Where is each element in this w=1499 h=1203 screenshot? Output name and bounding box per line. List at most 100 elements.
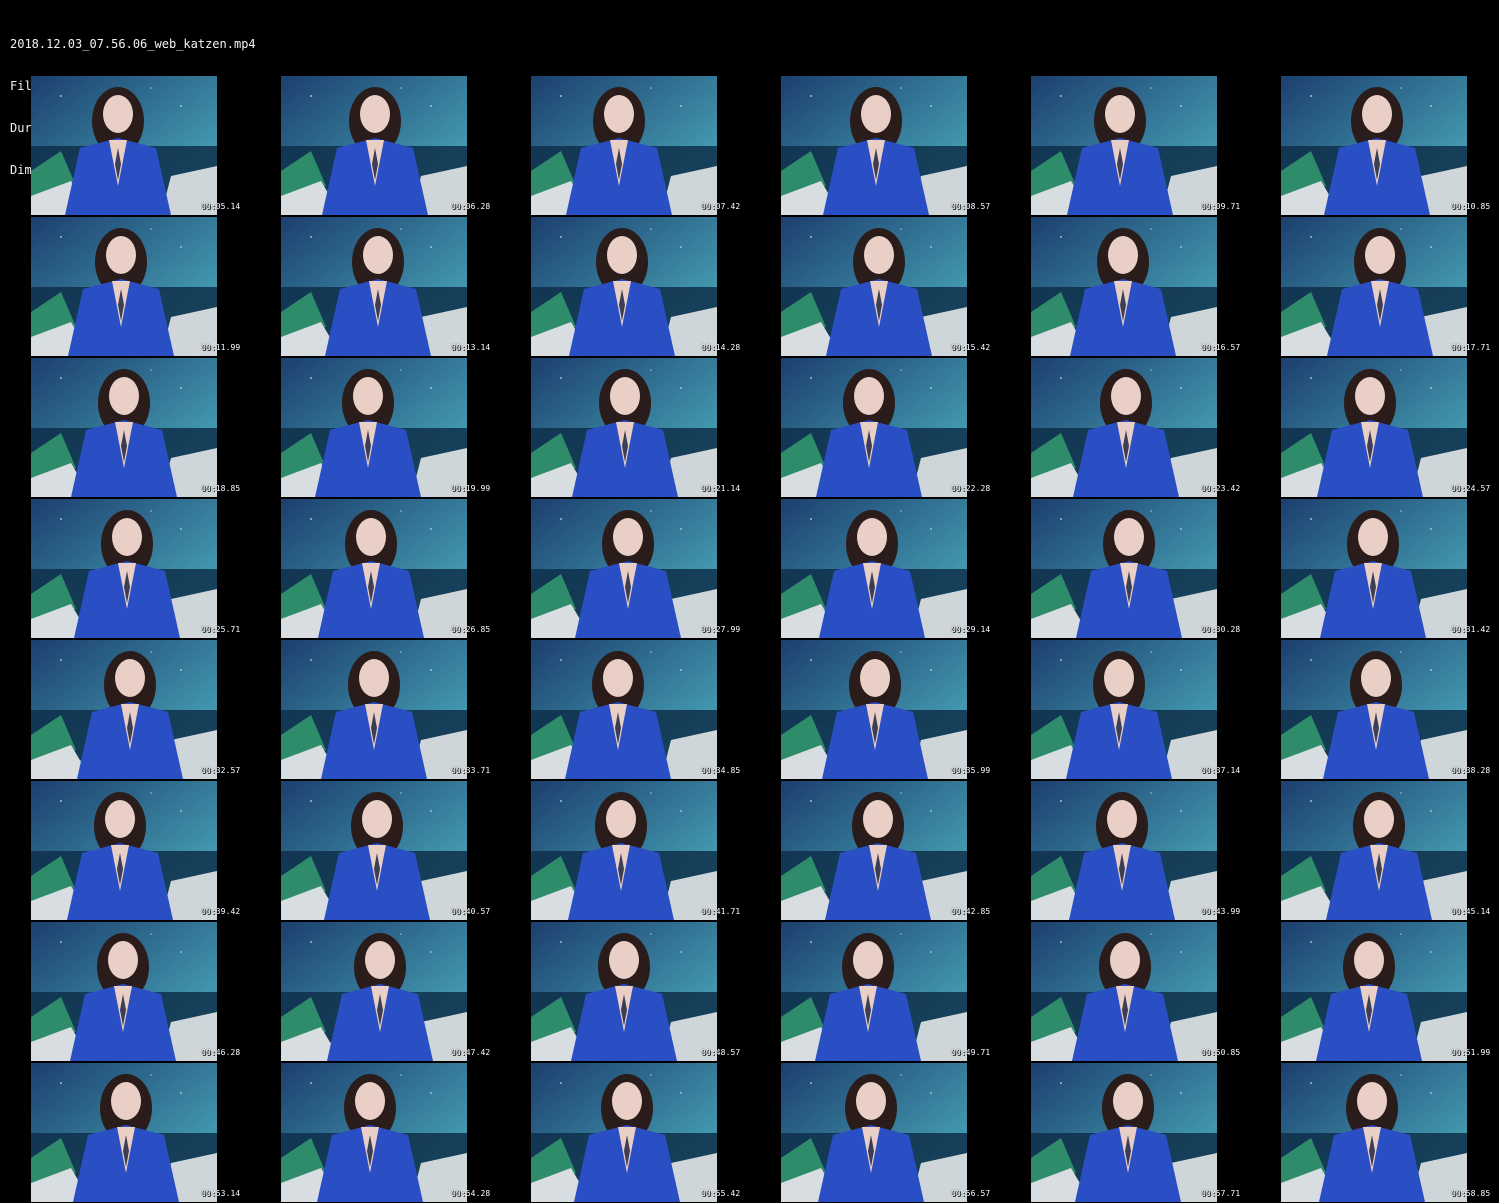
- timestamp-label: 00:05.14: [201, 202, 241, 211]
- thumbnail[interactable]: 00:23.42: [1031, 358, 1243, 499]
- thumbnail-image: [1031, 76, 1217, 215]
- thumbnail[interactable]: 00:31.42: [1281, 499, 1493, 640]
- thumbnail[interactable]: 00:24.57: [1281, 358, 1493, 499]
- thumbnail-image: [781, 781, 967, 920]
- timestamp-label: 00:39.42: [201, 907, 241, 916]
- timestamp-label: 00:25.71: [201, 625, 241, 634]
- thumbnail[interactable]: 00:16.57: [1031, 217, 1243, 358]
- thumbnail[interactable]: 00:32.57: [31, 640, 243, 781]
- thumbnail[interactable]: 00:18.85: [31, 358, 243, 499]
- thumbnail-image: [281, 76, 467, 215]
- thumbnail-image: [281, 781, 467, 920]
- thumbnail[interactable]: 00:19.99: [281, 358, 493, 499]
- thumbnail-image: [281, 640, 467, 779]
- thumbnail-image: [31, 922, 217, 1061]
- thumbnail[interactable]: 00:42.85: [781, 781, 993, 922]
- thumbnail[interactable]: 00:45.14: [1281, 781, 1493, 922]
- thumbnail[interactable]: 00:21.14: [531, 358, 743, 499]
- thumbnail[interactable]: 00:30.28: [1031, 499, 1243, 640]
- timestamp-label: 00:43.99: [1201, 907, 1241, 916]
- thumbnail[interactable]: 00:07.42: [531, 76, 743, 217]
- thumbnail[interactable]: 00:57.71: [1031, 1063, 1243, 1203]
- thumbnail[interactable]: 00:53.14: [31, 1063, 243, 1203]
- thumbnail[interactable]: 00:33.71: [281, 640, 493, 781]
- timestamp-label: 00:14.28: [701, 343, 741, 352]
- thumbnail[interactable]: 00:56.57: [781, 1063, 993, 1203]
- thumbnail-image: [1031, 1063, 1217, 1202]
- timestamp-label: 00:49.71: [951, 1048, 991, 1057]
- timestamp-label: 00:55.42: [701, 1189, 741, 1198]
- timestamp-label: 00:24.57: [1451, 484, 1491, 493]
- thumbnail[interactable]: 00:43.99: [1031, 781, 1243, 922]
- thumbnail-image: [1281, 217, 1467, 356]
- timestamp-label: 00:46.28: [201, 1048, 241, 1057]
- thumbnail[interactable]: 00:47.42: [281, 922, 493, 1063]
- timestamp-label: 00:33.71: [451, 766, 491, 775]
- thumbnail[interactable]: 00:27.99: [531, 499, 743, 640]
- thumbnail[interactable]: 00:08.57: [781, 76, 993, 217]
- thumbnail-image: [781, 358, 967, 497]
- thumbnail[interactable]: 00:06.28: [281, 76, 493, 217]
- thumbnail[interactable]: 00:40.57: [281, 781, 493, 922]
- timestamp-label: 00:17.71: [1451, 343, 1491, 352]
- thumbnail[interactable]: 00:26.85: [281, 499, 493, 640]
- thumbnail[interactable]: 00:54.28: [281, 1063, 493, 1203]
- timestamp-label: 00:19.99: [451, 484, 491, 493]
- thumbnail[interactable]: 00:13.14: [281, 217, 493, 358]
- thumbnail[interactable]: 00:15.42: [781, 217, 993, 358]
- thumbnail-image: [1031, 217, 1217, 356]
- thumbnail[interactable]: 00:38.28: [1281, 640, 1493, 781]
- thumbnail-image: [531, 781, 717, 920]
- thumbnail[interactable]: 00:58.85: [1281, 1063, 1493, 1203]
- thumbnail[interactable]: 00:41.71: [531, 781, 743, 922]
- thumbnail[interactable]: 00:34.85: [531, 640, 743, 781]
- thumbnail[interactable]: 00:11.99: [31, 217, 243, 358]
- thumbnail[interactable]: 00:39.42: [31, 781, 243, 922]
- timestamp-label: 00:29.14: [951, 625, 991, 634]
- thumbnail-image: [31, 217, 217, 356]
- thumbnail[interactable]: 00:09.71: [1031, 76, 1243, 217]
- thumbnail[interactable]: 00:51.99: [1281, 922, 1493, 1063]
- thumbnail[interactable]: 00:10.85: [1281, 76, 1493, 217]
- thumbnail[interactable]: 00:48.57: [531, 922, 743, 1063]
- timestamp-label: 00:26.85: [451, 625, 491, 634]
- thumbnail[interactable]: 00:14.28: [531, 217, 743, 358]
- thumbnail-image: [31, 640, 217, 779]
- thumbnail[interactable]: 00:05.14: [31, 76, 243, 217]
- thumbnail-image: [1031, 781, 1217, 920]
- thumbnail-image: [531, 499, 717, 638]
- thumbnail[interactable]: 00:29.14: [781, 499, 993, 640]
- timestamp-label: 00:34.85: [701, 766, 741, 775]
- thumbnail-image: [1031, 358, 1217, 497]
- thumbnail-image: [531, 217, 717, 356]
- timestamp-label: 00:21.14: [701, 484, 741, 493]
- timestamp-label: 00:06.28: [451, 202, 491, 211]
- thumbnail-image: [31, 1063, 217, 1202]
- thumbnail-image: [781, 76, 967, 215]
- timestamp-label: 00:15.42: [951, 343, 991, 352]
- thumbnail[interactable]: 00:22.28: [781, 358, 993, 499]
- thumbnail[interactable]: 00:25.71: [31, 499, 243, 640]
- thumbnail-image: [1031, 640, 1217, 779]
- timestamp-label: 00:40.57: [451, 907, 491, 916]
- timestamp-label: 00:51.99: [1451, 1048, 1491, 1057]
- thumbnail-image: [281, 358, 467, 497]
- thumbnail[interactable]: 00:37.14: [1031, 640, 1243, 781]
- thumbnail-image: [1281, 781, 1467, 920]
- timestamp-label: 00:23.42: [1201, 484, 1241, 493]
- thumbnail-image: [281, 499, 467, 638]
- timestamp-label: 00:50.85: [1201, 1048, 1241, 1057]
- thumbnail-image: [31, 781, 217, 920]
- thumbnail[interactable]: 00:49.71: [781, 922, 993, 1063]
- thumbnail[interactable]: 00:17.71: [1281, 217, 1493, 358]
- thumbnail[interactable]: 00:35.99: [781, 640, 993, 781]
- thumbnail-image: [531, 922, 717, 1061]
- timestamp-label: 00:47.42: [451, 1048, 491, 1057]
- thumbnail-image: [531, 640, 717, 779]
- thumbnail-image: [281, 1063, 467, 1202]
- timestamp-label: 00:56.57: [951, 1189, 991, 1198]
- thumbnail[interactable]: 00:50.85: [1031, 922, 1243, 1063]
- thumbnail-image: [781, 217, 967, 356]
- thumbnail[interactable]: 00:46.28: [31, 922, 243, 1063]
- thumbnail[interactable]: 00:55.42: [531, 1063, 743, 1203]
